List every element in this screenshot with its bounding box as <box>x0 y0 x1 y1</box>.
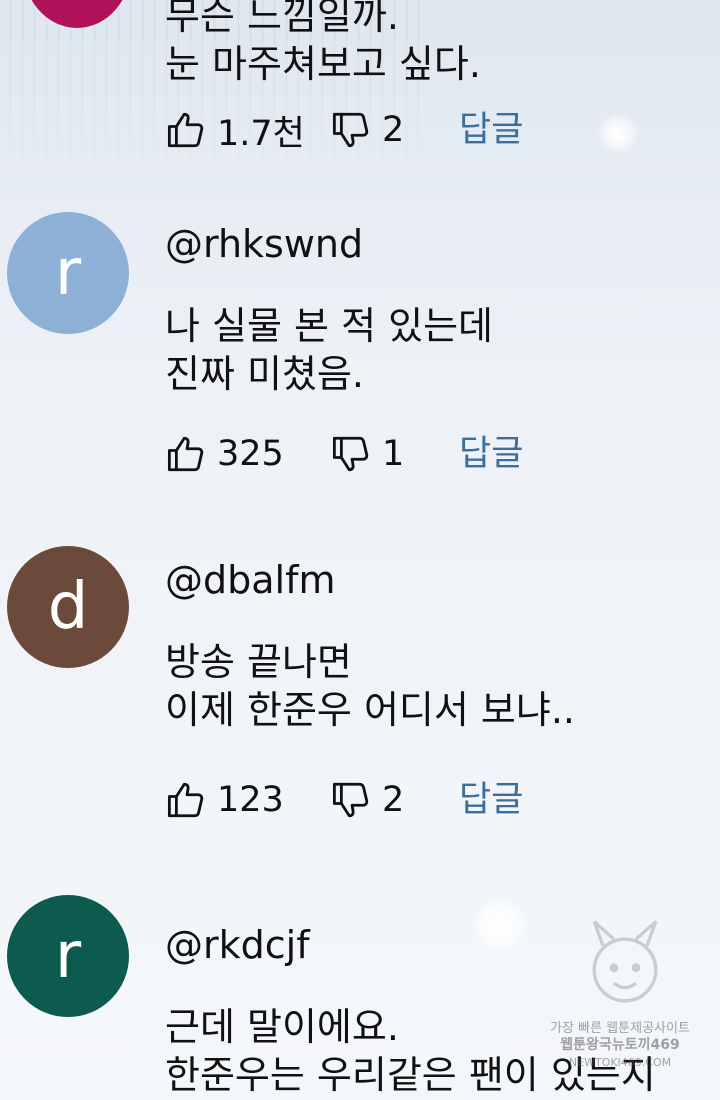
dislike-count: 1 <box>382 434 405 474</box>
like-button[interactable]: 1.7천 <box>165 108 305 154</box>
thumbs-up-icon <box>167 782 204 818</box>
dislike-count: 2 <box>382 780 405 820</box>
reply-button[interactable]: 답글 <box>459 108 523 152</box>
watermark-line: 가장 빠른 웹툰제공사이트 <box>550 1021 690 1036</box>
like-button[interactable]: 123 <box>165 778 284 822</box>
comment-author[interactable]: @rhkswnd <box>165 222 363 266</box>
avatar-letter: d <box>47 570 89 644</box>
avatar[interactable]: d <box>7 546 129 668</box>
comment-author[interactable]: @dbalfm <box>165 558 335 602</box>
comment-line: 진짜 미쳤음. <box>165 352 364 396</box>
avatar-letter: r <box>54 236 82 310</box>
reply-button[interactable]: 답글 <box>459 778 523 822</box>
avatar-letter: r <box>54 919 82 993</box>
thumbs-down-icon <box>332 782 369 818</box>
comment-actions: 1.7천 2 답글 <box>165 108 565 154</box>
comment-line: 방송 끝나면 <box>165 640 352 684</box>
comment-actions: 325 1 답글 <box>165 432 565 476</box>
avatar[interactable]: r <box>7 212 129 334</box>
comment-line: 무슨 느낌일까. <box>165 0 399 38</box>
comment-actions: 123 2 답글 <box>165 778 565 822</box>
comment-line: 눈 마주쳐보고 싶다. <box>165 42 481 86</box>
watermark-line: NEWTOKI469.COM <box>568 1056 672 1069</box>
dislike-count: 2 <box>382 110 405 150</box>
dislike-button[interactable]: 1 <box>330 432 404 476</box>
avatar[interactable]: r <box>7 895 129 1017</box>
sparkle <box>596 112 640 156</box>
comment-line: 이제 한준우 어디서 보냐.. <box>165 688 575 732</box>
thumbs-down-icon <box>332 112 369 148</box>
like-count: 1.7천 <box>217 113 305 154</box>
dislike-button[interactable]: 2 <box>330 108 404 152</box>
comment-line: 나 실물 본 적 있는데 <box>165 304 493 348</box>
comment-text: 방송 끝나면 이제 한준우 어디서 보냐.. <box>165 638 575 734</box>
thumbs-up-icon <box>167 112 204 148</box>
comment-author[interactable]: @rkdcjf <box>165 923 310 967</box>
sparkle <box>470 895 530 955</box>
thumbs-up-icon <box>167 436 204 472</box>
reply-button[interactable]: 답글 <box>459 432 523 476</box>
watermark-figure <box>592 920 658 1003</box>
comment-text: 무슨 느낌일까. 눈 마주쳐보고 싶다. <box>165 0 481 88</box>
dislike-button[interactable]: 2 <box>330 778 404 822</box>
thumbs-down-icon <box>332 436 369 472</box>
like-count: 123 <box>217 780 284 820</box>
comment-text: 나 실물 본 적 있는데 진짜 미쳤음. <box>165 302 493 398</box>
watermark: 가장 빠른 웹툰제공사이트 웹툰왕국뉴토끼469 NEWTOKI469.COM <box>550 1020 690 1071</box>
watermark-line: 웹툰왕국뉴토끼469 <box>560 1037 680 1053</box>
like-count: 325 <box>217 434 284 474</box>
like-button[interactable]: 325 <box>165 432 284 476</box>
